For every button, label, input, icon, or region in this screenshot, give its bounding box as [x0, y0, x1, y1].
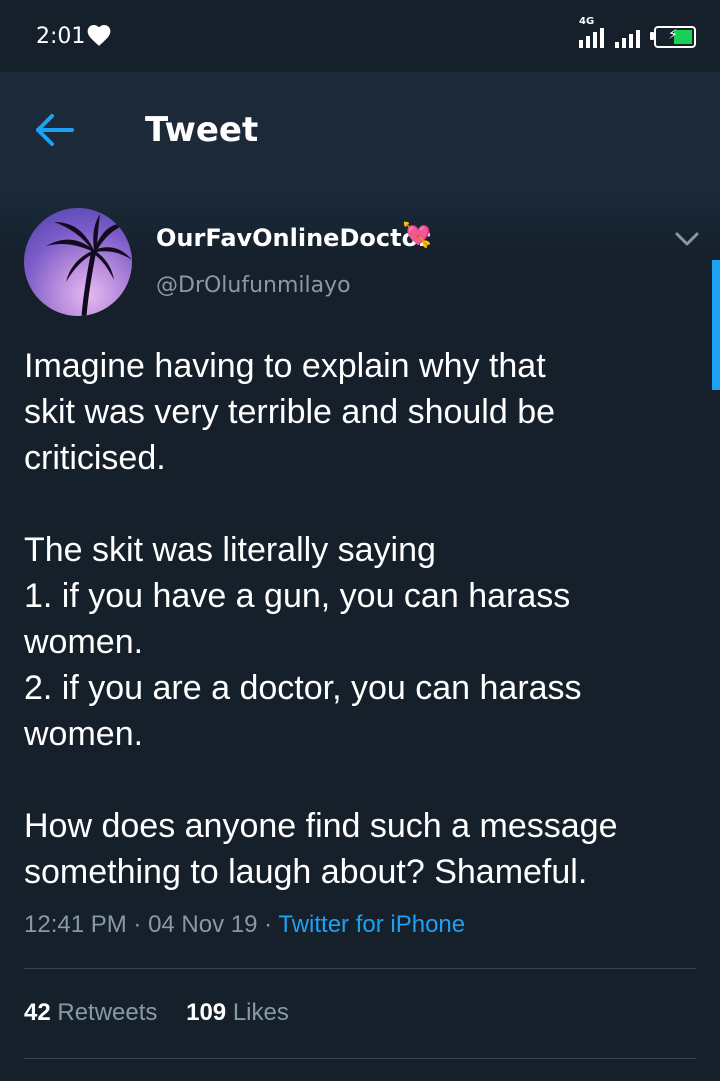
scrollbar[interactable] [712, 260, 720, 390]
tweet-line: women. [24, 715, 144, 753]
tweet-line: criticised. [24, 439, 166, 477]
divider [24, 968, 696, 969]
meta-separator: · [257, 911, 279, 938]
tweet-text: Imagine having to explain why that skit … [24, 343, 704, 895]
tweet-line: women. [24, 623, 144, 661]
author-handle[interactable]: @DrOlufunmilayo [156, 273, 351, 298]
arrow-left-icon[interactable] [34, 110, 76, 150]
avatar[interactable] [24, 208, 132, 316]
tweet-line: Imagine having to explain why that [24, 347, 546, 385]
heart-icon [87, 25, 111, 46]
retweets-count-link[interactable]: 42 Retweets [24, 999, 164, 1026]
retweets-label: Retweets [57, 999, 158, 1026]
page-title: Tweet [145, 110, 259, 150]
status-bar: 2:01 4G ⚡ [0, 0, 720, 72]
retweets-count: 42 [24, 999, 51, 1026]
likes-count: 109 [186, 999, 227, 1026]
tweet-line: 1. if you have a gun, you can harass [24, 577, 571, 615]
status-time: 2:01 [36, 24, 86, 49]
battery-charging-icon: ⚡ [650, 26, 696, 48]
tweet-line: The skit was literally saying [24, 531, 436, 569]
heart-arrow-emoji: 💘 [402, 221, 432, 249]
tweet-date: 04 Nov 19 [148, 911, 258, 938]
top-app-bar: Tweet [0, 72, 720, 187]
palm-tree-image [46, 214, 132, 316]
engagement-counts: 42 Retweets 109 Likes [24, 999, 311, 1027]
meta-separator: · [126, 911, 149, 938]
tweet-line: 2. if you are a doctor, you can harass [24, 669, 582, 707]
divider [24, 1058, 696, 1059]
tweet-time: 12:41 PM [24, 911, 127, 938]
author-name[interactable]: OurFavOnlineDoctor [156, 224, 430, 252]
likes-count-link[interactable]: 109 Likes [186, 999, 289, 1026]
tweet-source-link[interactable]: Twitter for iPhone [278, 911, 465, 938]
status-indicators: 4G ⚡ [579, 16, 696, 48]
tweet-meta: 12:41 PM · 04 Nov 19 · Twitter for iPhon… [24, 911, 465, 939]
signal-bars-icon [615, 26, 640, 48]
tweet-line: How does anyone find such a message [24, 807, 618, 845]
likes-label: Likes [232, 999, 289, 1026]
tweet-line: skit was very terrible and should be [24, 393, 556, 431]
signal-icon: 4G [579, 16, 609, 48]
tweet-line: something to laugh about? Shameful. [24, 853, 588, 891]
chevron-down-icon[interactable] [674, 230, 700, 248]
